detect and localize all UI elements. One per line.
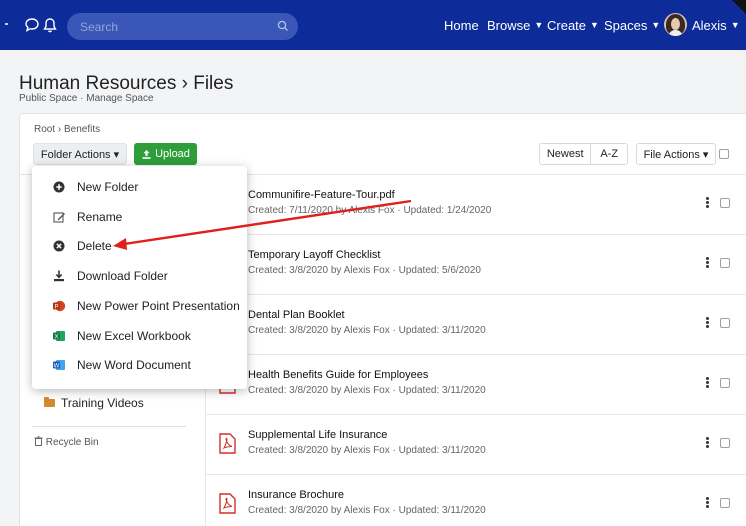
- sort-toggle: Newest A-Z: [539, 143, 628, 165]
- file-row[interactable]: Insurance Brochure Created: 3/8/2020 by …: [206, 475, 746, 526]
- nav-spaces[interactable]: Spaces ▼: [604, 0, 660, 50]
- plus-circle-icon: [53, 181, 65, 193]
- menu-item-delete[interactable]: Delete: [32, 232, 247, 260]
- menu-item-label: Delete: [77, 239, 112, 253]
- file-meta: Created: 3/8/2020 by Alexis Fox · Update…: [248, 325, 486, 336]
- row-checkbox[interactable]: [720, 498, 730, 508]
- powerpoint-icon: P: [53, 300, 66, 312]
- file-meta: Created: 3/8/2020 by Alexis Fox · Update…: [248, 505, 486, 516]
- menu-item-new-word[interactable]: W New Word Document: [32, 351, 247, 379]
- svg-text:W: W: [54, 363, 60, 369]
- file-meta: Created: 3/8/2020 by Alexis Fox · Update…: [248, 265, 481, 276]
- file-meta: Created: 3/8/2020 by Alexis Fox · Update…: [248, 385, 486, 396]
- menu-item-label: Download Folder: [77, 269, 168, 283]
- file-title[interactable]: Health Benefits Guide for Employees: [248, 369, 428, 381]
- menu-edge-icon[interactable]: [5, 23, 8, 25]
- bell-icon[interactable]: [41, 16, 59, 34]
- sidebar-folder-training-videos[interactable]: Training Videos: [44, 396, 144, 410]
- file-title[interactable]: Communifire-Feature-Tour.pdf: [248, 189, 395, 201]
- page-subtitle[interactable]: Public Space · Manage Space: [19, 93, 154, 104]
- sort-az-button[interactable]: A-Z: [591, 144, 627, 164]
- divider: [32, 426, 186, 427]
- file-title[interactable]: Supplemental Life Insurance: [248, 429, 387, 441]
- select-all-checkbox[interactable]: [719, 149, 729, 159]
- nav-home[interactable]: Home: [444, 0, 479, 50]
- more-options-icon[interactable]: [706, 317, 709, 328]
- more-options-icon[interactable]: [706, 437, 709, 448]
- folder-actions-button[interactable]: Folder Actions ▾: [33, 143, 127, 165]
- upload-icon: [142, 149, 151, 159]
- excel-icon: X: [53, 331, 65, 341]
- chevron-down-icon: ▼: [534, 20, 544, 30]
- avatar[interactable]: [664, 13, 687, 36]
- menu-item-label: New Excel Workbook: [77, 329, 191, 343]
- file-row[interactable]: Temporary Layoff Checklist Created: 3/8/…: [206, 235, 746, 295]
- menu-item-label: New Word Document: [77, 358, 191, 372]
- file-title[interactable]: Dental Plan Booklet: [248, 309, 345, 321]
- nav-home-label: Home: [444, 17, 479, 33]
- nav-create[interactable]: Create ▼: [547, 0, 599, 50]
- search-input[interactable]: Search: [67, 13, 298, 40]
- folder-actions-menu: New Folder Rename Delete Download Folder…: [32, 166, 247, 389]
- more-options-icon[interactable]: [706, 257, 709, 268]
- pdf-icon: [219, 493, 236, 514]
- menu-item-label: Rename: [77, 210, 123, 224]
- search-placeholder: Search: [80, 20, 119, 34]
- chevron-down-icon: ▼: [590, 20, 599, 30]
- nav-spaces-label: Spaces: [604, 17, 648, 33]
- row-checkbox[interactable]: [720, 198, 730, 208]
- nav-browse-label: Browse: [487, 17, 531, 33]
- menu-item-new-excel[interactable]: X New Excel Workbook: [32, 322, 247, 350]
- recycle-bin-link[interactable]: Recycle Bin: [34, 436, 99, 448]
- nav-browse[interactable]: Browse ▼: [487, 0, 543, 50]
- x-circle-icon: [53, 240, 65, 252]
- file-meta: Created: 7/11/2020 by Alexis Fox · Updat…: [248, 205, 492, 216]
- search-icon[interactable]: [276, 19, 290, 33]
- row-checkbox[interactable]: [720, 438, 730, 448]
- menu-item-new-powerpoint[interactable]: P New Power Point Presentation: [32, 292, 247, 320]
- row-checkbox[interactable]: [720, 318, 730, 328]
- recycle-bin-label: Recycle Bin: [45, 437, 99, 448]
- user-name: Alexis: [692, 17, 727, 33]
- trash-icon: [34, 436, 43, 446]
- upload-label: Upload: [155, 148, 190, 160]
- menu-item-label: New Power Point Presentation: [77, 299, 240, 313]
- menu-item-label: New Folder: [77, 180, 139, 194]
- file-list: Communifire-Feature-Tour.pdf Created: 7/…: [205, 175, 746, 526]
- download-icon: [54, 270, 64, 282]
- pdf-icon: [219, 433, 236, 454]
- top-navigation-bar: Search Home Browse ▼ Create ▼ Spaces ▼ Alex…: [0, 0, 746, 50]
- more-options-icon[interactable]: [706, 377, 709, 388]
- file-row[interactable]: Health Benefits Guide for Employees Crea…: [206, 355, 746, 415]
- upload-button[interactable]: Upload: [134, 143, 197, 165]
- folder-icon: [44, 397, 55, 407]
- breadcrumb[interactable]: Root › Benefits: [34, 124, 100, 135]
- file-actions-button[interactable]: File Actions ▾: [636, 143, 716, 165]
- row-checkbox[interactable]: [720, 258, 730, 268]
- file-meta: Created: 3/8/2020 by Alexis Fox · Update…: [248, 445, 486, 456]
- more-options-icon[interactable]: [706, 497, 709, 508]
- user-menu[interactable]: Alexis ▼: [692, 0, 740, 50]
- menu-item-download-folder[interactable]: Download Folder: [32, 262, 247, 290]
- chevron-down-icon: ▼: [730, 20, 740, 30]
- chat-bubble-icon[interactable]: [23, 16, 41, 34]
- nav-create-label: Create: [547, 17, 587, 33]
- sidebar-folder-label: Training Videos: [61, 396, 144, 410]
- file-row[interactable]: Supplemental Life Insurance Created: 3/8…: [206, 415, 746, 475]
- row-checkbox[interactable]: [720, 378, 730, 388]
- file-row[interactable]: Communifire-Feature-Tour.pdf Created: 7/…: [206, 175, 746, 235]
- page-title: Human Resources › Files: [19, 73, 234, 94]
- word-icon: W: [53, 360, 65, 370]
- sort-newest-button[interactable]: Newest: [540, 144, 592, 164]
- menu-item-new-folder[interactable]: New Folder: [32, 173, 247, 201]
- chevron-down-icon: ▼: [651, 20, 661, 30]
- file-row[interactable]: Dental Plan Booklet Created: 3/8/2020 by…: [206, 295, 746, 355]
- file-title[interactable]: Insurance Brochure: [248, 489, 344, 501]
- more-options-icon[interactable]: [706, 197, 709, 208]
- edit-icon: [53, 212, 65, 223]
- file-title[interactable]: Temporary Layoff Checklist: [248, 249, 380, 261]
- menu-item-rename[interactable]: Rename: [32, 203, 247, 231]
- svg-text:X: X: [54, 334, 58, 340]
- svg-text:P: P: [54, 304, 58, 310]
